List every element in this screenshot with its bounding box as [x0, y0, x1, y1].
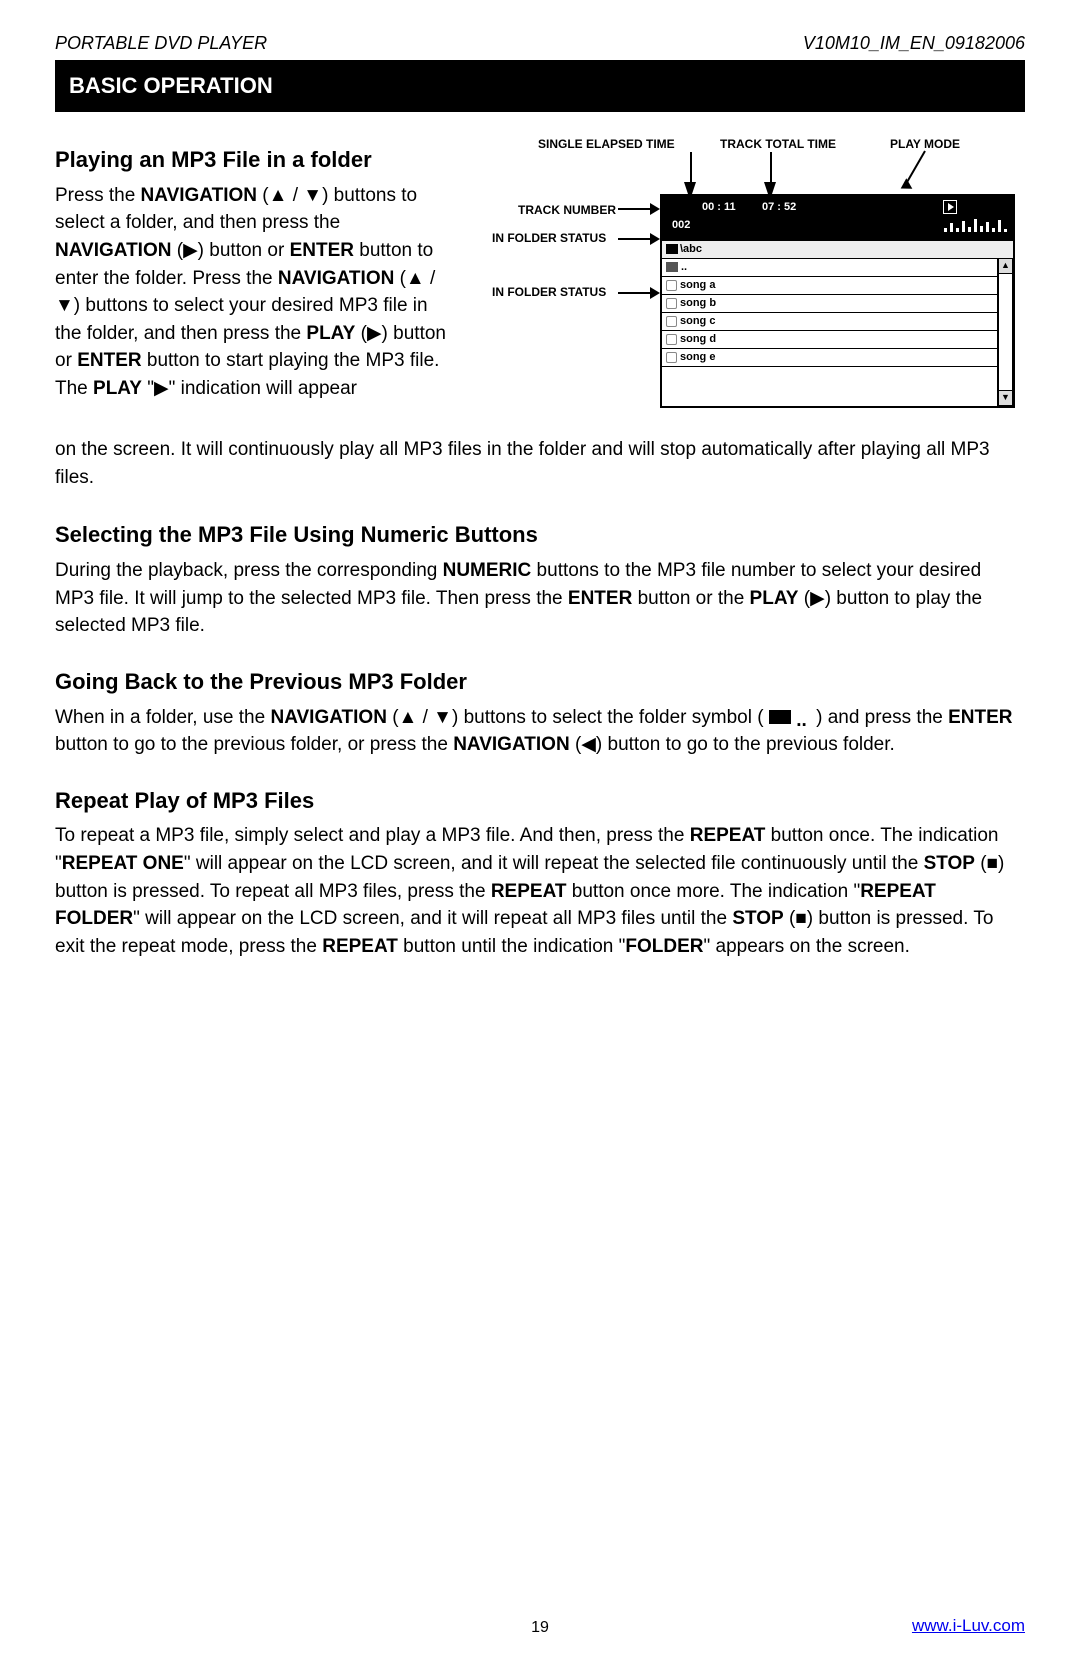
scroll-down-icon: ▼: [998, 390, 1013, 406]
file-icon: [666, 352, 677, 363]
file-icon: [666, 298, 677, 309]
list-up: ..: [662, 258, 997, 276]
header-left: PORTABLE DVD PLAYER: [55, 30, 267, 56]
para-1: Press the NAVIGATION (▲ / ▼) buttons to …: [55, 182, 450, 402]
list-item: song e: [662, 348, 997, 366]
list-item: song a: [662, 276, 997, 294]
path-row: \abc: [662, 240, 1013, 258]
label-status1: IN FOLDER STATUS: [492, 230, 606, 247]
heading-repeat: Repeat Play of MP3 Files: [55, 785, 1025, 817]
para-numeric: During the playback, press the correspon…: [55, 557, 1025, 640]
total-time: 07 : 52: [762, 200, 796, 216]
scrollbar: ▲ ▼: [998, 258, 1013, 406]
heading-goback: Going Back to the Previous MP3 Folder: [55, 666, 1025, 698]
file-icon: [666, 280, 677, 291]
para-repeat: To repeat a MP3 file, simply select and …: [55, 822, 1025, 960]
label-elapsed: SINGLE ELAPSED TIME: [538, 136, 675, 153]
file-icon: [666, 334, 677, 345]
footer-link[interactable]: www.i-Luv.com: [912, 1614, 1025, 1639]
scroll-up-icon: ▲: [998, 258, 1013, 274]
header-right: V10M10_IM_EN_09182006: [803, 30, 1025, 56]
screen-box: 00 : 11 07 : 52 002 \abc: [660, 194, 1015, 408]
label-status2: IN FOLDER STATUS: [492, 284, 606, 301]
equalizer-icon: [944, 218, 1007, 232]
mp3-screen-diagram: SINGLE ELAPSED TIME TRACK TOTAL TIME PLA…: [480, 126, 1025, 436]
folder-icon: [666, 244, 678, 254]
play-mode-icon: [943, 200, 957, 214]
section-bar: BASIC OPERATION: [55, 60, 1025, 112]
folder-symbol-icon: [769, 710, 791, 724]
heading-playing: Playing an MP3 File in a folder: [55, 144, 450, 176]
list-item: song d: [662, 330, 997, 348]
track-number: 002: [672, 218, 690, 234]
file-icon: [666, 316, 677, 327]
label-total: TRACK TOTAL TIME: [720, 136, 836, 153]
elapsed-time: 00 : 11: [702, 200, 736, 216]
list-item: song b: [662, 294, 997, 312]
list-item: song c: [662, 312, 997, 330]
label-tracknum: TRACK NUMBER: [518, 202, 616, 219]
para-1-cont: on the screen. It will continuously play…: [55, 436, 1025, 491]
heading-numeric: Selecting the MP3 File Using Numeric But…: [55, 519, 1025, 551]
para-goback: When in a folder, use the NAVIGATION (▲ …: [55, 704, 1025, 759]
